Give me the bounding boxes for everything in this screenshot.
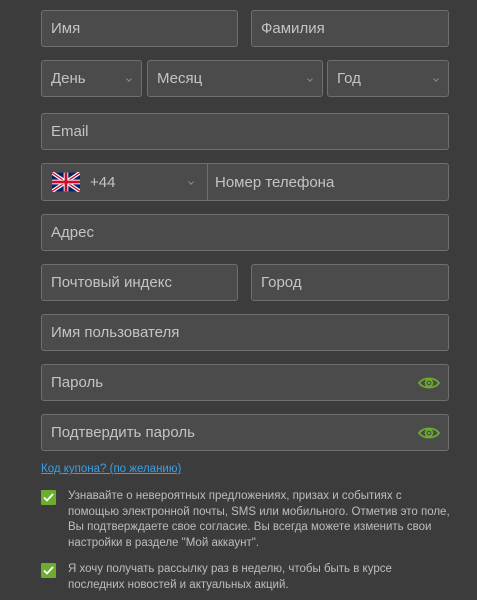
last-name-placeholder: Фамилия bbox=[261, 20, 325, 37]
year-placeholder: Год bbox=[337, 70, 361, 87]
checkmark-icon bbox=[43, 566, 54, 575]
coupon-link[interactable]: Код купона? (по желанию) bbox=[41, 463, 181, 475]
password-placeholder: Пароль bbox=[51, 374, 104, 391]
day-placeholder: День bbox=[51, 70, 86, 87]
first-name-placeholder: Имя bbox=[51, 20, 81, 37]
email-field[interactable]: Email bbox=[41, 113, 449, 150]
postal-code-field[interactable]: Почтовый индекс bbox=[41, 264, 238, 301]
phone-number-placeholder: Номер телефона bbox=[215, 173, 335, 191]
password-field[interactable]: Пароль bbox=[41, 364, 449, 401]
address-placeholder: Адрес bbox=[51, 224, 94, 241]
phone-code-value: +44 bbox=[90, 173, 116, 191]
month-placeholder: Месяц bbox=[157, 70, 203, 87]
last-name-field[interactable]: Фамилия bbox=[251, 10, 449, 47]
first-name-field[interactable]: Имя bbox=[41, 10, 238, 47]
username-placeholder: Имя пользователя bbox=[51, 324, 180, 341]
marketing-consent-text: Узнавайте о невероятных предложениях, пр… bbox=[68, 490, 450, 549]
confirm-password-placeholder: Подтвердить пароль bbox=[51, 424, 195, 441]
newsletter-consent-checkbox[interactable] bbox=[41, 563, 56, 578]
newsletter-consent-text: Я хочу получать рассылку раз в неделю, ч… bbox=[68, 563, 392, 591]
chevron-down-icon bbox=[126, 75, 132, 82]
day-select[interactable]: День bbox=[41, 60, 142, 97]
newsletter-consent-row: Я хочу получать рассылку раз в неделю, ч… bbox=[41, 562, 451, 593]
country-code-select[interactable]: +44 bbox=[42, 164, 208, 200]
checkmark-icon bbox=[43, 493, 54, 502]
city-field[interactable]: Город bbox=[251, 264, 449, 301]
phone-number-field[interactable]: Номер телефона bbox=[208, 164, 448, 200]
month-select[interactable]: Месяц bbox=[147, 60, 323, 97]
eye-icon[interactable] bbox=[418, 425, 440, 441]
chevron-down-icon bbox=[433, 75, 439, 82]
postal-code-placeholder: Почтовый индекс bbox=[51, 274, 172, 291]
chevron-down-icon bbox=[188, 179, 194, 185]
phone-group: +44 Номер телефона bbox=[41, 163, 449, 201]
username-field[interactable]: Имя пользователя bbox=[41, 314, 449, 351]
eye-icon[interactable] bbox=[418, 375, 440, 391]
email-placeholder: Email bbox=[51, 123, 89, 140]
city-placeholder: Город bbox=[261, 274, 302, 291]
year-select[interactable]: Год bbox=[327, 60, 449, 97]
marketing-consent-row: Узнавайте о невероятных предложениях, пр… bbox=[41, 489, 451, 551]
uk-flag-icon bbox=[52, 172, 80, 192]
chevron-down-icon bbox=[307, 75, 313, 82]
address-field[interactable]: Адрес bbox=[41, 214, 449, 251]
confirm-password-field[interactable]: Подтвердить пароль bbox=[41, 414, 449, 451]
marketing-consent-checkbox[interactable] bbox=[41, 490, 56, 505]
